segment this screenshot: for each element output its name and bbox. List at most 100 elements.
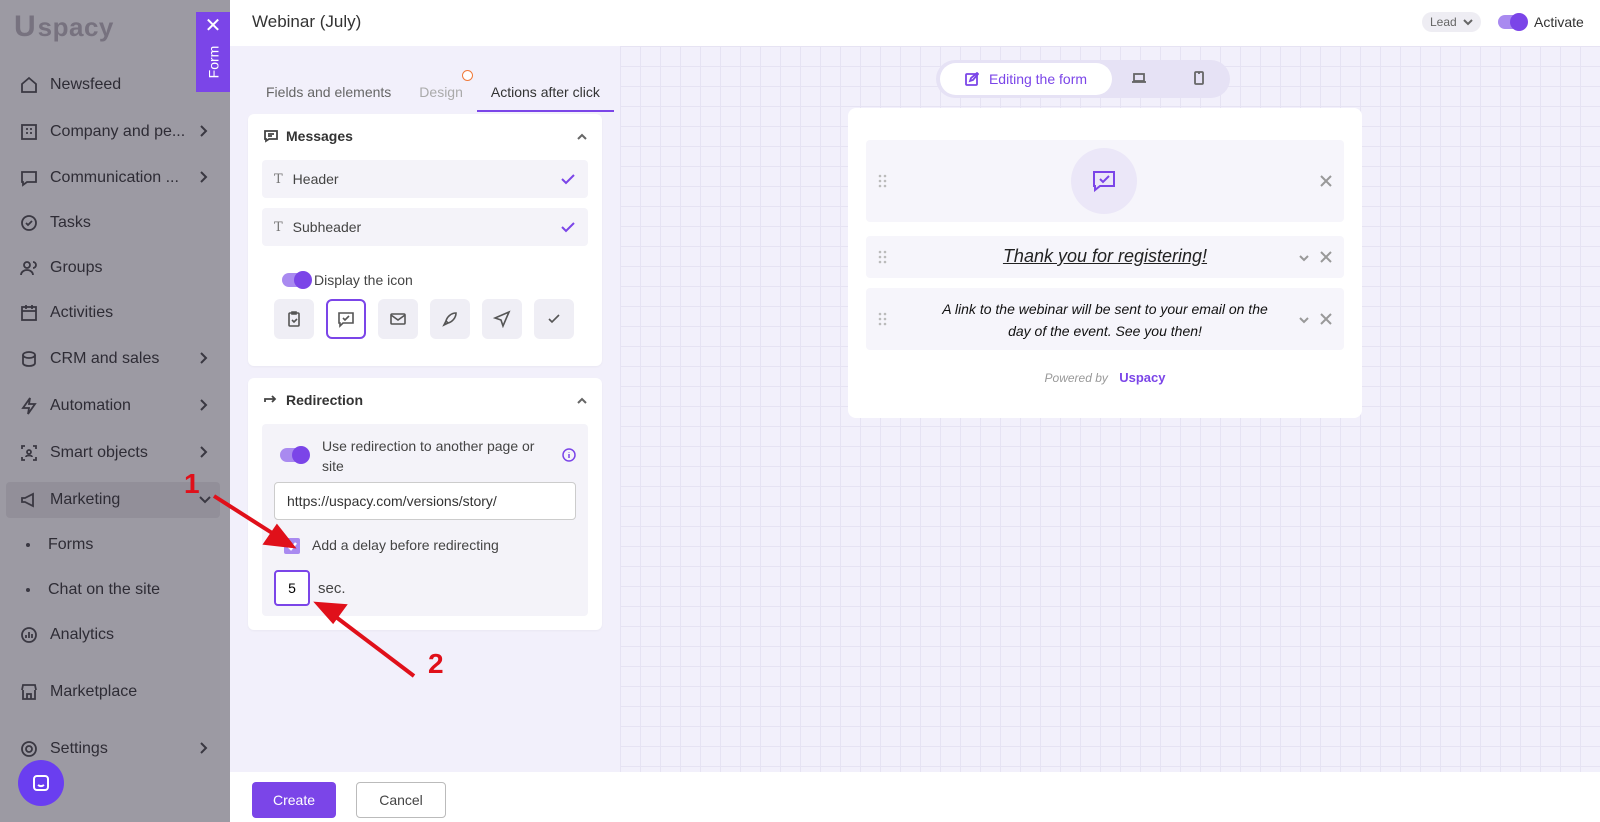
- edit-mode-label: Editing the form: [988, 71, 1088, 87]
- icon-picker: [274, 299, 574, 339]
- sidebar-item-label: Activities: [50, 304, 114, 321]
- mail-icon[interactable]: [378, 299, 418, 339]
- tab-actions-after-click[interactable]: Actions after click: [476, 76, 614, 112]
- redirection-settings: Use redirection to another page or site …: [262, 424, 588, 616]
- sidebar-item-analytics[interactable]: Analytics: [18, 620, 218, 650]
- support-chat-button[interactable]: [18, 760, 64, 806]
- section-title: Redirection: [286, 392, 364, 408]
- chevron-up-icon[interactable]: [576, 394, 588, 406]
- sidebar-item-marketplace[interactable]: Marketplace: [18, 677, 218, 707]
- thank-you-header: Thank you for registering!: [1002, 246, 1208, 266]
- sidebar-subitem-label: Forms: [48, 536, 94, 553]
- mobile-icon[interactable]: [1192, 71, 1208, 87]
- preview-icon-block[interactable]: [866, 140, 1344, 222]
- subheader-line: day of the event. See you then!: [1008, 323, 1202, 339]
- form-tab-label: Form: [204, 45, 221, 79]
- powered-by-text: Powered by: [1044, 371, 1108, 385]
- tab-fields[interactable]: Fields and elements: [252, 76, 405, 112]
- sidebar-item-label: Tasks: [50, 214, 91, 231]
- sidebar-subitem-chat[interactable]: Chat on the site: [26, 581, 160, 599]
- toggle-switch[interactable]: [1498, 13, 1528, 31]
- building-icon: [18, 121, 40, 143]
- coins-icon: [18, 348, 40, 370]
- redirection-header: Redirection: [264, 392, 363, 408]
- preview-subheader-block[interactable]: A link to the webinar will be sent to yo…: [866, 288, 1344, 350]
- sidebar-item-newsfeed[interactable]: Newsfeed: [18, 70, 218, 100]
- redirect-arrow-icon: [264, 395, 277, 403]
- label-line: Use redirection to another page or: [322, 438, 535, 454]
- display-icon-toggle[interactable]: Display the icon: [282, 271, 413, 289]
- delay-checkbox[interactable]: [284, 538, 300, 554]
- form-editor: Webinar (July) Lead Activate Fields and …: [230, 0, 1600, 822]
- messages-card: Messages T Header T Subheader Display th…: [248, 114, 602, 366]
- sidebar-item-smart-objects[interactable]: Smart objects: [18, 438, 218, 468]
- logo-mark: U: [14, 10, 36, 43]
- drag-handle-icon[interactable]: [878, 174, 888, 193]
- send-icon[interactable]: [482, 299, 522, 339]
- sidebar-item-label: Automation: [50, 397, 131, 414]
- sidebar-item-label: Smart objects: [50, 444, 148, 461]
- info-icon[interactable]: [562, 448, 576, 462]
- sidebar-item-communication[interactable]: Communication ...: [18, 163, 218, 193]
- message-field-header[interactable]: T Header: [262, 160, 588, 198]
- entity-type-dropdown[interactable]: Lead: [1422, 12, 1481, 32]
- close-icon[interactable]: [1320, 312, 1334, 326]
- check-icon[interactable]: [534, 299, 574, 339]
- sidebar-item-tasks[interactable]: Tasks: [18, 208, 218, 238]
- sidebar-item-label: Company and pe...: [50, 123, 186, 140]
- create-button[interactable]: Create: [252, 782, 336, 818]
- close-icon[interactable]: ✕: [205, 16, 222, 36]
- warning-badge-icon: [461, 70, 473, 81]
- message-check-icon[interactable]: [326, 299, 366, 339]
- sidebar-subitem-forms[interactable]: Forms: [26, 536, 93, 554]
- edit-icon: [965, 72, 979, 86]
- checkmark-icon[interactable]: [560, 219, 576, 238]
- sidebar-item-groups[interactable]: Groups: [18, 253, 218, 283]
- form-side-tab[interactable]: ✕ Form: [196, 12, 230, 92]
- redirection-toggle[interactable]: [280, 446, 310, 464]
- message-icon: [264, 130, 278, 143]
- sidebar-item-crm[interactable]: CRM and sales: [18, 344, 218, 374]
- sidebar-item-company[interactable]: Company and pe...: [18, 117, 218, 147]
- cancel-button[interactable]: Cancel: [356, 782, 446, 818]
- app-logo[interactable]: U spacy: [14, 10, 114, 44]
- sidebar-item-label: Groups: [50, 259, 103, 276]
- lightning-icon: [18, 395, 40, 417]
- rocket-icon[interactable]: [430, 299, 470, 339]
- users-icon: [18, 257, 40, 279]
- activate-toggle[interactable]: Activate: [1498, 13, 1584, 31]
- checkmark-icon[interactable]: [560, 171, 576, 190]
- chevron-up-icon[interactable]: [576, 130, 588, 142]
- edit-mode-button[interactable]: Editing the form: [940, 63, 1112, 95]
- subheader-line: A link to the webinar will be sent to yo…: [942, 301, 1268, 317]
- clipboard-icon[interactable]: [274, 299, 314, 339]
- chevron-right-icon: [196, 445, 212, 461]
- sidebar-item-activities[interactable]: Activities: [18, 298, 218, 328]
- chevron-right-icon: [196, 741, 212, 757]
- tab-design[interactable]: Design: [405, 70, 477, 112]
- delay-seconds-input[interactable]: [274, 570, 310, 606]
- preview-header-block[interactable]: Thank you for registering!: [866, 236, 1344, 278]
- close-icon[interactable]: [1320, 174, 1334, 188]
- close-icon[interactable]: [1320, 250, 1334, 264]
- redirect-url-input[interactable]: [274, 482, 576, 520]
- redirection-card: Redirection Use redirection to another p…: [248, 378, 602, 630]
- chat-icon: [18, 167, 40, 189]
- toggle-switch[interactable]: [282, 271, 312, 289]
- message-field-subheader[interactable]: T Subheader: [262, 208, 588, 246]
- sidebar-item-automation[interactable]: Automation: [18, 391, 218, 421]
- drag-handle-icon[interactable]: [878, 312, 888, 331]
- chevron-down-icon[interactable]: [1298, 313, 1310, 325]
- laptop-icon[interactable]: [1132, 71, 1148, 87]
- brand-logo[interactable]: Uspacy: [1119, 370, 1165, 385]
- gear-icon: [18, 738, 40, 760]
- sidebar-item-label: CRM and sales: [50, 350, 160, 367]
- sidebar-item-label: Communication ...: [50, 169, 179, 186]
- sidebar-item-label: Settings: [50, 740, 108, 757]
- view-mode-switch: Editing the form: [936, 60, 1230, 98]
- chevron-down-icon[interactable]: [1298, 251, 1310, 263]
- sidebar-item-settings[interactable]: Settings: [18, 734, 218, 764]
- sidebar-subitem-label: Chat on the site: [48, 581, 161, 598]
- sidebar-item-label: Analytics: [50, 626, 115, 643]
- sidebar-item-label: Newsfeed: [50, 76, 122, 93]
